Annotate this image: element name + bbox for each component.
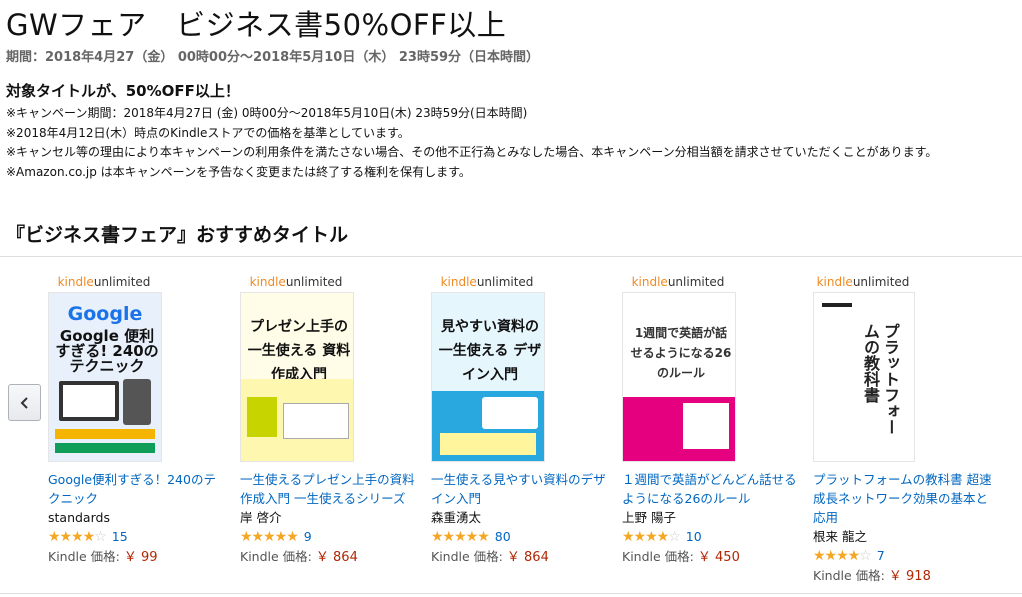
book-title-link[interactable]: 一生使えるプレゼン上手の資料作成入門 一生使えるシリーズ xyxy=(240,470,418,508)
review-count-link[interactable]: 15 xyxy=(112,529,128,544)
star-rating-icon[interactable]: ★★★★☆ xyxy=(813,548,872,564)
section-divider xyxy=(0,256,1022,257)
campaign-note: ※キャンセル等の理由により本キャンペーンの利用条件を満たさない場合、その他不正行… xyxy=(6,145,938,159)
rating-row: ★★★★☆ 15 xyxy=(48,527,226,546)
book-author: 岸 啓介 xyxy=(240,510,282,525)
book-cover[interactable]: プレゼン上手の 一生使える 資料作成入門 xyxy=(240,292,354,462)
cover-title: 見やすい資料の 一生使える デザイン入門 xyxy=(438,319,542,383)
bottom-divider xyxy=(0,593,1022,594)
rating-row: ★★★★☆ 7 xyxy=(813,546,1013,565)
book-cover[interactable]: 1週間で英語が話せるようになる26のルール xyxy=(622,292,736,462)
review-count-link[interactable]: 9 xyxy=(304,529,312,544)
kindle-unlimited-badge: kindleunlimited xyxy=(249,275,343,289)
star-rating-icon[interactable]: ★★★★☆ xyxy=(48,529,107,545)
kindle-price: ￥ 864 xyxy=(315,550,358,565)
book-author: 上野 陽子 xyxy=(622,510,676,525)
kindle-price: ￥ 450 xyxy=(697,550,740,565)
campaign-period: 期間：2018年4月27（金） 00時00分〜2018年5月10日（木） 23時… xyxy=(6,50,540,65)
product-card: kindleunlimited 1週間で英語が話せるようになる26のルール １週… xyxy=(622,272,800,568)
product-card: kindleunlimited 見やすい資料の 一生使える デザイン入門 一生使… xyxy=(431,272,609,568)
rating-row: ★★★★★ 9 xyxy=(240,527,418,546)
star-rating-icon[interactable]: ★★★★★ xyxy=(431,529,490,545)
book-cover[interactable]: Google Google 便利すぎる! 240のテクニック xyxy=(48,292,162,462)
cover-title: Google 便利すぎる! 240のテクニック xyxy=(55,327,159,375)
campaign-note: ※Amazon.co.jp は本キャンペーンを予告なく変更または終了する権利を保… xyxy=(6,164,471,179)
kindle-price: ￥ 99 xyxy=(123,550,158,565)
chevron-left-icon xyxy=(20,396,28,409)
book-cover[interactable]: 見やすい資料の 一生使える デザイン入門 xyxy=(431,292,545,462)
cover-title: 1週間で英語が話せるようになる26のルール xyxy=(630,326,732,380)
kindle-unlimited-badge: kindleunlimited xyxy=(816,275,910,289)
book-title-link[interactable]: 一生使える見やすい資料のデザイン入門 xyxy=(431,470,609,508)
price-row: Kindle 価格: ￥ 918 xyxy=(813,568,931,584)
campaign-subhead: 対象タイトルが、50%OFF以上！ xyxy=(6,82,240,100)
book-title-link[interactable]: プラットフォームの教科書 超速成長ネットワーク効果の基本と応用 xyxy=(813,470,993,527)
cover-title: プレゼン上手の 一生使える 資料作成入門 xyxy=(247,319,351,383)
section-title: 『ビジネス書フェア』おすすめタイトル xyxy=(6,224,349,246)
product-card: kindleunlimited Google Google 便利すぎる! 240… xyxy=(48,272,226,568)
price-row: Kindle 価格: ￥ 864 xyxy=(431,549,549,565)
rating-row: ★★★★★ 80 xyxy=(431,527,609,546)
review-count-link[interactable]: 80 xyxy=(495,529,511,544)
book-title-link[interactable]: １週間で英語がどんどん話せるようになる26のルール xyxy=(622,470,800,508)
book-author: 森重湧太 xyxy=(431,510,482,525)
price-row: Kindle 価格: ￥ 99 xyxy=(48,549,158,565)
kindle-price: ￥ 864 xyxy=(506,550,549,565)
price-row: Kindle 価格: ￥ 450 xyxy=(622,549,740,565)
rating-row: ★★★★☆ 10 xyxy=(622,527,800,546)
star-rating-icon[interactable]: ★★★★☆ xyxy=(622,529,681,545)
price-row: Kindle 価格: ￥ 864 xyxy=(240,549,358,565)
product-card: kindleunlimited プラットフォームの教科書 プラットフォームの教科… xyxy=(813,272,1013,587)
book-title-link[interactable]: Google便利すぎる！240のテクニック xyxy=(48,470,226,508)
page-title: GWフェア ビジネス書50%OFF以上 xyxy=(6,8,507,42)
kindle-unlimited-badge: kindleunlimited xyxy=(631,275,725,289)
carousel-prev-button[interactable] xyxy=(8,384,41,421)
review-count-link[interactable]: 10 xyxy=(686,529,702,544)
product-card: kindleunlimited プレゼン上手の 一生使える 資料作成入門 一生使… xyxy=(240,272,418,568)
book-author: standards xyxy=(48,510,110,525)
star-rating-icon[interactable]: ★★★★★ xyxy=(240,529,299,545)
book-cover[interactable]: プラットフォームの教科書 xyxy=(813,292,915,462)
cover-title: プラットフォームの教科書 xyxy=(861,323,900,435)
kindle-price: ￥ 918 xyxy=(888,569,931,584)
campaign-note: ※キャンペーン期間：2018年4月27日 (金) 0時00分〜2018年5月10… xyxy=(6,106,528,120)
book-author: 根来 龍之 xyxy=(813,529,867,544)
kindle-unlimited-badge: kindleunlimited xyxy=(57,275,151,289)
review-count-link[interactable]: 7 xyxy=(877,548,885,563)
kindle-unlimited-badge: kindleunlimited xyxy=(440,275,534,289)
campaign-note: ※2018年4月12日(木）時点のKindleストアでの価格を基準としています。 xyxy=(6,125,410,140)
campaign-notes: ※キャンペーン期間：2018年4月27日 (金) 0時00分〜2018年5月10… xyxy=(6,104,937,182)
